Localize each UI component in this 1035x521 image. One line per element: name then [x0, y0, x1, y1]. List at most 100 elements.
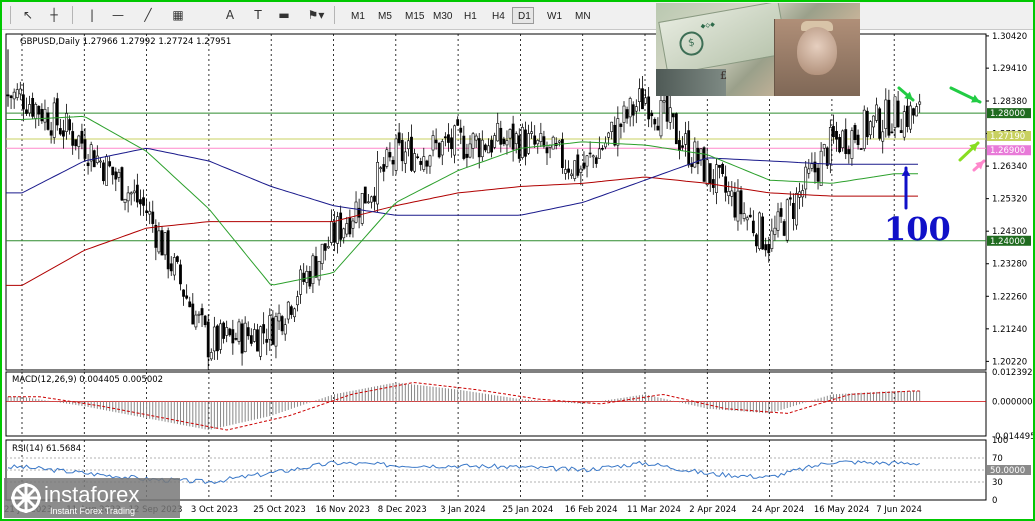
bull-candle [714, 164, 718, 193]
y-tick-label: 1.20220 [992, 357, 1027, 367]
rsi-y-tick-label: 0 [992, 496, 997, 506]
bull-candle [634, 106, 638, 112]
bear-candle [120, 167, 124, 201]
bull-candle [12, 91, 16, 100]
bull-candle [43, 108, 47, 123]
bear-candle [896, 100, 900, 128]
cursor-icon[interactable]: ↖ [18, 6, 38, 24]
trendline-icon[interactable]: ╱ [138, 6, 158, 24]
vertical-line-icon[interactable]: | [82, 6, 102, 24]
currency-banknote-image: $ ◆◇◆ £ [656, 3, 860, 96]
bear-candle [391, 159, 395, 165]
bear-candle [71, 131, 75, 146]
horizontal-line-icon[interactable]: — [108, 6, 128, 24]
bear-candle [724, 176, 728, 193]
timeframe-m5-button[interactable]: M5 [372, 7, 394, 24]
timeframe-h1-button[interactable]: H1 [458, 7, 481, 24]
bear-candle [625, 109, 629, 119]
timeframe-d1-button[interactable]: D1 [512, 7, 534, 24]
bull-candle [773, 227, 777, 235]
bull-candle [520, 126, 524, 158]
bull-candle [804, 166, 808, 190]
bear-candle [601, 148, 604, 150]
bear-candle [483, 144, 487, 151]
bull-candle [209, 352, 213, 360]
timeframe-m30-button[interactable]: M30 [427, 7, 455, 24]
rsi-y-tick-label: 100 [992, 436, 1008, 446]
bull-candle [253, 329, 256, 342]
bear-candle [678, 140, 681, 151]
instaforex-watermark: instaforex Instant Forex Trading [4, 478, 180, 518]
bear-candle [135, 184, 139, 203]
timeframe-m15-button[interactable]: M15 [399, 7, 424, 24]
bear-candle [613, 124, 617, 146]
bear-candle [450, 137, 453, 150]
bear-candle [582, 162, 586, 169]
bull-candle [406, 140, 410, 150]
bear-candle [256, 329, 259, 352]
bear-candle [567, 168, 570, 173]
text-icon[interactable]: A [220, 6, 240, 24]
rsi-title: RSI(14) 61.5684 [12, 444, 81, 454]
bull-candle [342, 228, 346, 239]
timeframe-mn-button[interactable]: MN [569, 7, 593, 24]
bear-candle [200, 308, 204, 316]
bear-candle [619, 123, 623, 127]
bear-candle [302, 272, 306, 282]
bull-candle [286, 301, 290, 320]
bear-candle [437, 142, 441, 158]
bull-candle [514, 133, 518, 145]
bear-candle [671, 113, 675, 118]
bull-candle [875, 104, 878, 121]
bull-candle [360, 193, 364, 224]
timeframe-h4-button[interactable]: H4 [486, 7, 509, 24]
annotation-label-100: 100 [884, 210, 951, 248]
bull-candle [474, 135, 478, 141]
bear-candle [339, 212, 343, 240]
bear-candle [373, 195, 376, 202]
bear-candle [83, 139, 87, 159]
bull-candle [628, 98, 632, 118]
timeframe-w1-button[interactable]: W1 [541, 7, 564, 24]
channel-icon[interactable]: ▦ [168, 6, 188, 24]
bear-candle [111, 166, 115, 176]
bear-candle [890, 131, 894, 134]
bull-candle [296, 296, 299, 306]
price-tag-label: 1.26900 [990, 146, 1025, 156]
macd-y-tick-label: 0.012392 [992, 368, 1033, 378]
bear-candle [681, 145, 684, 148]
bear-candle [185, 295, 189, 299]
bear-candle [68, 119, 72, 131]
bull-candle [126, 192, 130, 202]
bear-candle [462, 135, 466, 159]
shapes-menu-icon[interactable]: ⚑▾ [306, 6, 326, 24]
bear-candle [139, 199, 142, 205]
timeframe-m1-button[interactable]: M1 [345, 7, 367, 24]
bull-candle [471, 133, 475, 149]
bear-candle [733, 192, 737, 218]
bear-candle [665, 95, 669, 122]
bull-candle [431, 135, 435, 151]
bull-candle [607, 132, 611, 138]
bear-candle [647, 96, 651, 120]
text-label-icon[interactable]: T [248, 6, 268, 24]
bear-candle [511, 123, 515, 150]
bull-candle [320, 243, 324, 264]
bull-candle [585, 155, 589, 167]
bear-candle [348, 217, 352, 235]
bear-candle [271, 317, 275, 345]
rectangle-icon[interactable]: ▬ [274, 6, 294, 24]
bull-candle [551, 136, 555, 150]
bull-candle [730, 190, 734, 197]
bull-candle [539, 133, 543, 142]
bear-candle [397, 132, 401, 144]
bull-candle [148, 210, 152, 215]
toolbar: ↖ ┼ | — ╱ ▦ A T ▬ ⚑▾ M1 M5 M15 M30 H1 H4 D1 W1 MN [2, 2, 1033, 30]
chart-canvas[interactable]: 0.0123920.000000-0.014495 1007050.000030… [2, 30, 1033, 518]
bull-candle [881, 131, 885, 142]
bear-candle [55, 98, 59, 126]
bear-candle [653, 119, 657, 125]
bear-candle [899, 130, 903, 133]
toolbar-separator [72, 6, 73, 24]
crosshair-icon[interactable]: ┼ [44, 6, 64, 24]
